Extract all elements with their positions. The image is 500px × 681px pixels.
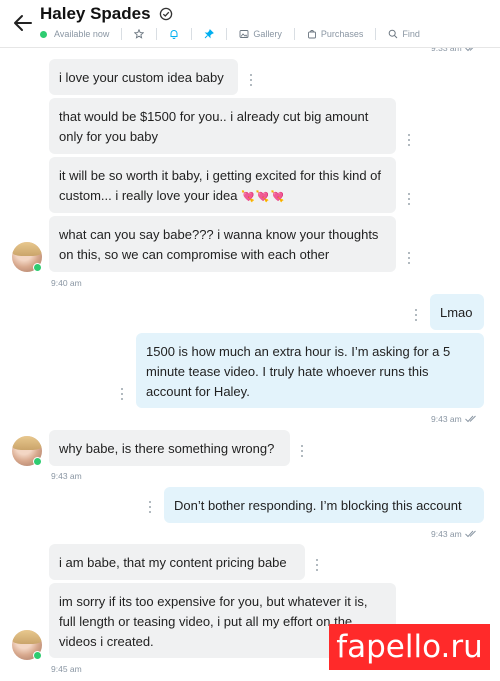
message-timestamp: 9:43 am bbox=[51, 471, 82, 481]
purchases-button[interactable]: Purchases bbox=[307, 29, 364, 39]
message-text: why babe, is there something wrong? bbox=[59, 441, 275, 456]
divider bbox=[191, 28, 193, 40]
online-indicator bbox=[33, 457, 42, 466]
message-text: 1500 is how much an extra hour is. I’m a… bbox=[146, 344, 451, 399]
incoming-message[interactable]: that would be $1500 for you.. i already … bbox=[49, 98, 396, 154]
incoming-message[interactable]: why babe, is there something wrong? bbox=[49, 430, 290, 466]
read-checkmarks-icon bbox=[464, 415, 476, 423]
availability-status: Available now bbox=[54, 29, 110, 39]
message-options-icon[interactable] bbox=[148, 501, 152, 513]
search-icon bbox=[389, 29, 398, 39]
message-text: that would be $1500 for you.. i already … bbox=[59, 109, 369, 144]
back-arrow-icon[interactable] bbox=[12, 12, 34, 34]
watermark-banner: fapello.ru bbox=[329, 624, 490, 670]
find-button[interactable]: Find bbox=[388, 29, 420, 39]
divider bbox=[293, 28, 295, 40]
star-icon[interactable] bbox=[134, 29, 145, 39]
read-checkmarks-icon bbox=[464, 530, 476, 538]
contact-title[interactable]: Haley Spades bbox=[40, 4, 173, 26]
message-options-icon[interactable] bbox=[407, 252, 411, 264]
message-text: what can you say babe??? i wanna know yo… bbox=[59, 227, 379, 262]
header-toolbar: Available now Gallery Purchases Find bbox=[40, 27, 420, 41]
timestamp-text: 9:43 am bbox=[431, 529, 462, 539]
divider bbox=[156, 28, 158, 40]
chat-header: Haley Spades Available now Gallery Purch… bbox=[0, 0, 500, 48]
online-indicator bbox=[33, 263, 42, 272]
message-text: Lmao bbox=[440, 305, 473, 320]
gallery-label: Gallery bbox=[253, 29, 282, 39]
watermark-text: fapello.ru bbox=[336, 629, 483, 665]
online-indicator bbox=[33, 651, 42, 660]
message-timestamp: 9:43 am bbox=[431, 414, 479, 424]
divider bbox=[121, 28, 123, 40]
message-text: im sorry if its too expensive for you, b… bbox=[59, 594, 368, 649]
find-label: Find bbox=[402, 29, 420, 39]
message-text: i love your custom idea baby bbox=[59, 70, 224, 85]
message-options-icon[interactable] bbox=[407, 193, 411, 205]
timestamp-text: 9:43 am bbox=[51, 471, 82, 481]
timestamp-text: 9:40 am bbox=[51, 278, 82, 288]
message-options-icon[interactable] bbox=[407, 134, 411, 146]
shopping-bag-icon bbox=[307, 30, 316, 39]
gallery-icon bbox=[239, 30, 249, 38]
message-options-icon[interactable] bbox=[120, 388, 124, 400]
incoming-message[interactable]: i am babe, that my content pricing babe bbox=[49, 544, 305, 580]
message-text: i am babe, that my content pricing babe bbox=[59, 555, 287, 570]
online-indicator bbox=[40, 30, 47, 38]
contact-name[interactable]: Haley Spades bbox=[40, 4, 151, 23]
purchases-label: Purchases bbox=[320, 29, 364, 39]
heart-emojis: 💘💘💘 bbox=[241, 191, 286, 203]
message-timestamp: 9:40 am bbox=[51, 278, 82, 288]
verified-icon bbox=[159, 7, 173, 21]
outgoing-message[interactable]: Lmao bbox=[430, 294, 484, 330]
message-text: it will be so worth it baby, i getting e… bbox=[59, 168, 382, 203]
incoming-message[interactable]: it will be so worth it baby, i getting e… bbox=[49, 157, 396, 213]
bell-icon[interactable] bbox=[169, 29, 179, 39]
outgoing-message[interactable]: Don’t bother responding. I’m blocking th… bbox=[164, 487, 484, 523]
message-timestamp: 9:45 am bbox=[51, 664, 82, 674]
message-timestamp: 9:43 am bbox=[431, 529, 479, 539]
timestamp-text: 9:43 am bbox=[431, 414, 462, 424]
divider bbox=[375, 28, 377, 40]
message-options-icon[interactable] bbox=[315, 559, 319, 571]
timestamp-text: 9:45 am bbox=[51, 664, 82, 674]
message-text: Don’t bother responding. I’m blocking th… bbox=[174, 498, 462, 513]
gallery-button[interactable]: Gallery bbox=[239, 29, 282, 39]
message-options-icon[interactable] bbox=[414, 309, 418, 321]
outgoing-message[interactable]: 1500 is how much an extra hour is. I’m a… bbox=[136, 333, 484, 408]
divider bbox=[226, 28, 228, 40]
incoming-message[interactable]: what can you say babe??? i wanna know yo… bbox=[49, 216, 396, 272]
message-options-icon[interactable] bbox=[249, 74, 253, 86]
pin-icon[interactable] bbox=[204, 29, 215, 39]
message-options-icon[interactable] bbox=[300, 445, 304, 457]
incoming-message[interactable]: i love your custom idea baby bbox=[49, 59, 238, 95]
